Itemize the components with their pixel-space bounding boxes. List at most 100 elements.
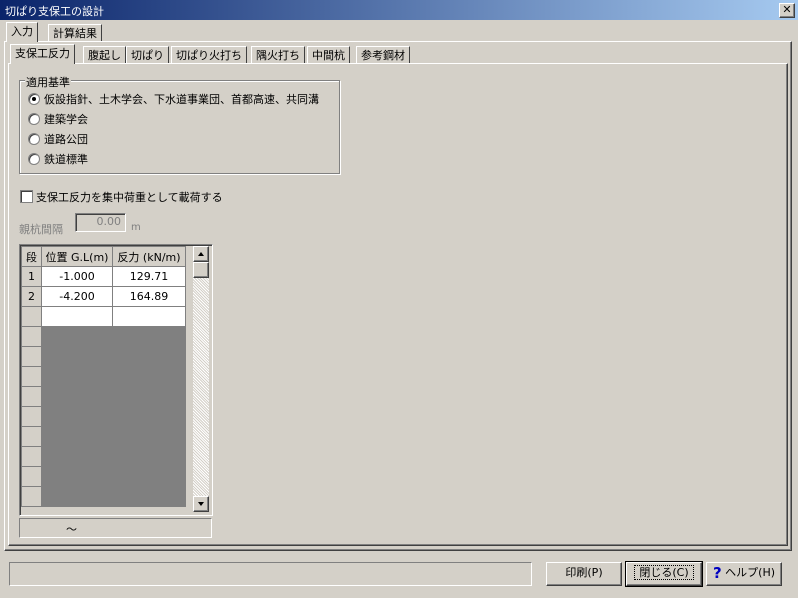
tab-support-reaction[interactable]: 支保工反力 xyxy=(10,44,75,64)
pile-spacing-label: 親杭間隔 xyxy=(19,223,63,236)
cell-disabled xyxy=(112,386,186,407)
arrow-down-icon xyxy=(198,502,204,506)
close-icon: ✕ xyxy=(782,3,792,16)
radio-label: 仮設指針、土木学会、下水道事業団、首都高速、共同溝 xyxy=(44,93,319,106)
row-index xyxy=(21,486,42,507)
cell-reaction[interactable] xyxy=(112,306,186,327)
scroll-down-button[interactable] xyxy=(193,496,209,512)
range-indicator-box: ～ xyxy=(19,518,212,538)
close-button[interactable]: 閉じる(C) xyxy=(625,561,703,587)
tab-results-label: 計算結果 xyxy=(53,27,97,40)
cell-position[interactable]: -1.000 xyxy=(41,266,113,287)
cell-position[interactable] xyxy=(41,306,113,327)
radio-selected-dot xyxy=(32,97,36,101)
table-row-disabled xyxy=(21,466,186,487)
reaction-table: 段 位置 G.L(m) 反力 (kN/m) 1 -1.000 129.71 2 … xyxy=(21,246,186,507)
arrow-up-icon xyxy=(198,252,204,256)
title-bar: 切ぱり支保工の設計 ✕ xyxy=(0,0,798,20)
tab-label: 参考鋼材 xyxy=(361,49,405,62)
window-title: 切ぱり支保工の設計 xyxy=(5,5,104,18)
table-row-disabled xyxy=(21,406,186,427)
cell-disabled xyxy=(112,406,186,427)
col-header-position: 位置 G.L(m) xyxy=(41,246,113,267)
cell-disabled xyxy=(112,326,186,347)
table-row-disabled xyxy=(21,426,186,447)
radio-standard-guideline[interactable] xyxy=(28,93,40,105)
tab-label: 隅火打ち xyxy=(256,49,300,62)
table-row-empty xyxy=(21,306,186,327)
table-scrollbar[interactable] xyxy=(193,246,209,512)
radio-label: 道路公団 xyxy=(44,133,88,146)
question-icon: ? xyxy=(712,564,722,582)
tab-strut-brace[interactable]: 切ぱり火打ち xyxy=(171,46,247,64)
table-row-disabled xyxy=(21,346,186,367)
print-button-label: 印刷(P) xyxy=(565,566,603,579)
tab-corner-brace[interactable]: 隅火打ち xyxy=(251,46,305,64)
close-window-button[interactable]: ✕ xyxy=(779,3,795,18)
radio-architecture[interactable] xyxy=(28,113,40,125)
pile-spacing-value: 0.00 xyxy=(96,215,122,228)
help-button-label: ヘルプ(H) xyxy=(725,566,776,579)
table-row: 1 -1.000 129.71 xyxy=(21,266,186,287)
row-index xyxy=(21,346,42,367)
cell-disabled xyxy=(112,446,186,467)
status-bar xyxy=(9,562,532,586)
cell-reaction[interactable]: 164.89 xyxy=(112,286,186,307)
cell-disabled xyxy=(112,346,186,367)
tab-input-label: 入力 xyxy=(11,25,33,38)
cell-position[interactable]: -4.200 xyxy=(41,286,113,307)
row-index xyxy=(21,306,42,327)
row-index xyxy=(21,466,42,487)
help-button[interactable]: ? ヘルプ(H) xyxy=(706,562,782,586)
cell-disabled xyxy=(41,446,113,467)
scroll-thumb[interactable] xyxy=(193,262,209,278)
radio-label: 鉄道標準 xyxy=(44,153,88,166)
cell-disabled xyxy=(41,486,113,507)
standard-group-legend: 適用基準 xyxy=(25,74,71,90)
table-row-disabled xyxy=(21,366,186,387)
concentrated-load-checkbox[interactable] xyxy=(20,190,33,203)
tab-strut[interactable]: 切ぱり xyxy=(126,46,169,64)
tab-label: 腹起し xyxy=(88,49,121,62)
tab-input[interactable]: 入力 xyxy=(6,22,38,42)
cell-disabled xyxy=(112,466,186,487)
row-index xyxy=(21,426,42,447)
row-index: 2 xyxy=(21,286,42,307)
tab-waler[interactable]: 腹起し xyxy=(83,46,126,64)
pile-spacing-input[interactable]: 0.00 xyxy=(75,213,126,232)
row-index: 1 xyxy=(21,266,42,287)
row-index xyxy=(21,446,42,467)
radio-highway[interactable] xyxy=(28,133,40,145)
radio-railway[interactable] xyxy=(28,153,40,165)
cell-disabled xyxy=(41,386,113,407)
table-row-disabled xyxy=(21,326,186,347)
concentrated-load-label: 支保工反力を集中荷重として載荷する xyxy=(36,191,223,204)
tab-reference-steel[interactable]: 参考鋼材 xyxy=(356,46,410,64)
tab-label: 中間杭 xyxy=(312,49,345,62)
tab-label: 支保工反力 xyxy=(15,47,70,60)
row-index xyxy=(21,406,42,427)
table-row-disabled xyxy=(21,446,186,467)
scroll-up-button[interactable] xyxy=(193,246,209,262)
cell-disabled xyxy=(41,406,113,427)
row-index xyxy=(21,366,42,387)
cell-disabled xyxy=(112,366,186,387)
tab-intermediate-pile[interactable]: 中間杭 xyxy=(307,46,350,64)
cell-disabled xyxy=(41,366,113,387)
tab-label: 切ぱり xyxy=(131,49,164,62)
col-header-reaction: 反力 (kN/m) xyxy=(112,246,186,267)
cell-disabled xyxy=(41,466,113,487)
print-button[interactable]: 印刷(P) xyxy=(546,562,622,586)
cell-disabled xyxy=(112,486,186,507)
table-header-row: 段 位置 G.L(m) 反力 (kN/m) xyxy=(21,246,186,267)
cell-disabled xyxy=(41,326,113,347)
tab-results[interactable]: 計算結果 xyxy=(48,24,102,42)
close-button-label: 閉じる(C) xyxy=(634,565,694,580)
pile-spacing-unit: m xyxy=(131,222,141,233)
range-indicator: ～ xyxy=(66,523,77,536)
cell-reaction[interactable]: 129.71 xyxy=(112,266,186,287)
row-header: 段 xyxy=(21,246,42,267)
table-row: 2 -4.200 164.89 xyxy=(21,286,186,307)
table-row-disabled xyxy=(21,386,186,407)
tab-label: 切ぱり火打ち xyxy=(176,49,242,62)
